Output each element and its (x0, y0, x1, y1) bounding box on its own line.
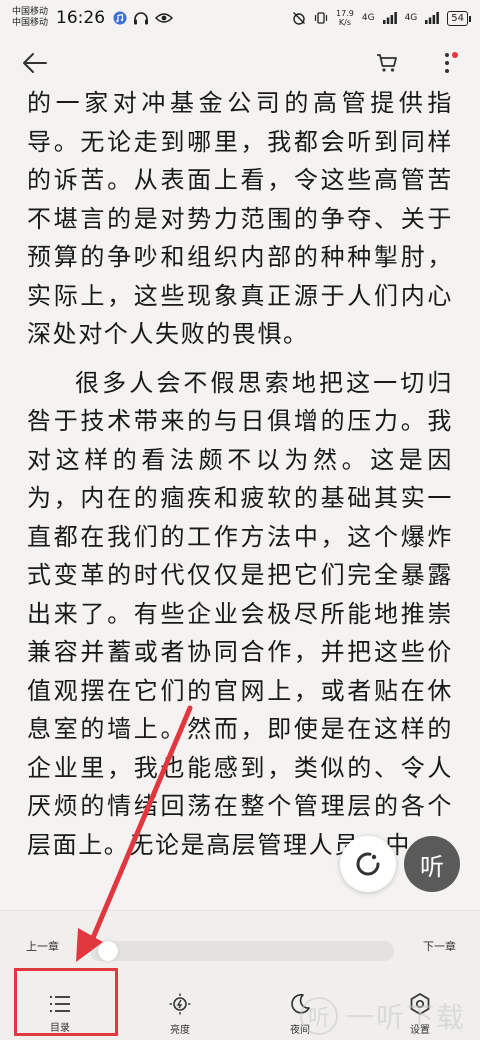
reader-top-bar (0, 40, 480, 86)
prev-chapter-button[interactable]: 上一章 (26, 938, 59, 954)
progress-thumb[interactable] (97, 941, 118, 961)
listen-button[interactable]: 听 (404, 836, 460, 892)
notification-dot (452, 52, 458, 58)
status-time: 16:26 (56, 8, 106, 28)
signal-1: 4G (361, 13, 375, 23)
top-actions (374, 50, 460, 76)
cart-button[interactable] (374, 50, 400, 76)
signal-bars-2-icon (425, 12, 440, 24)
arrow-left-icon (23, 53, 47, 73)
headphones-icon (134, 12, 149, 25)
highlight-box (14, 968, 118, 1036)
speed-unit: K/s (338, 18, 351, 27)
battery-indicator: 54 (447, 10, 471, 26)
watermark: 听 一听下载 (299, 996, 466, 1036)
watermark-logo: 听 (299, 997, 338, 1035)
signal-2: 4G (404, 13, 418, 23)
refresh-icon (356, 852, 380, 876)
watermark-text: 一听下载 (345, 1001, 466, 1034)
progress-slider[interactable] (90, 941, 394, 961)
tab-brightness-label: 亮度 (170, 1024, 190, 1036)
cart-icon (377, 54, 397, 72)
next-chapter-button[interactable]: 下一章 (423, 938, 456, 954)
floating-buttons: 听 (340, 836, 460, 892)
reading-content[interactable]: 的一家对冲基金公司的高管提供指导。无论走到哪里，我都会听到同样的诉苦。从表面上看… (0, 84, 480, 908)
music-icon (113, 11, 127, 25)
more-vertical-icon (445, 53, 449, 73)
carrier-info: 中国移动 中国移动 (12, 7, 48, 29)
network-speed: 17.9 K/s (336, 9, 354, 27)
paragraph-1: 的一家对冲基金公司的高管提供指导。无论走到哪里，我都会听到同样的诉苦。从表面上看… (27, 89, 453, 348)
speed-value: 17.9 (336, 9, 354, 18)
tab-brightness[interactable]: 亮度 (120, 987, 240, 1040)
back-button[interactable] (20, 48, 50, 78)
signal-bars-icon (382, 12, 397, 24)
brightness-icon (169, 993, 191, 1014)
chapter-progress-row: 上一章 下一章 (0, 929, 480, 961)
more-options-button[interactable] (434, 50, 460, 76)
auto-read-button[interactable] (340, 836, 396, 892)
carrier-2: 中国移动 (12, 18, 49, 28)
paragraph-2: 很多人会不假思索地把这一切归咎于技术带来的与日俱增的压力。我对这样的看法颇不以为… (27, 368, 453, 859)
status-bar: 中国移动 中国移动 16:26 17.9 K/s 4G 4G 54 (0, 0, 480, 36)
carrier-1: 中国移动 (12, 7, 49, 17)
vibrate-icon (314, 12, 328, 24)
alarm-mute-icon (293, 12, 306, 25)
status-app-icons (113, 11, 174, 25)
eye-icon (155, 13, 174, 23)
status-right: 17.9 K/s 4G 4G 54 (292, 9, 471, 27)
